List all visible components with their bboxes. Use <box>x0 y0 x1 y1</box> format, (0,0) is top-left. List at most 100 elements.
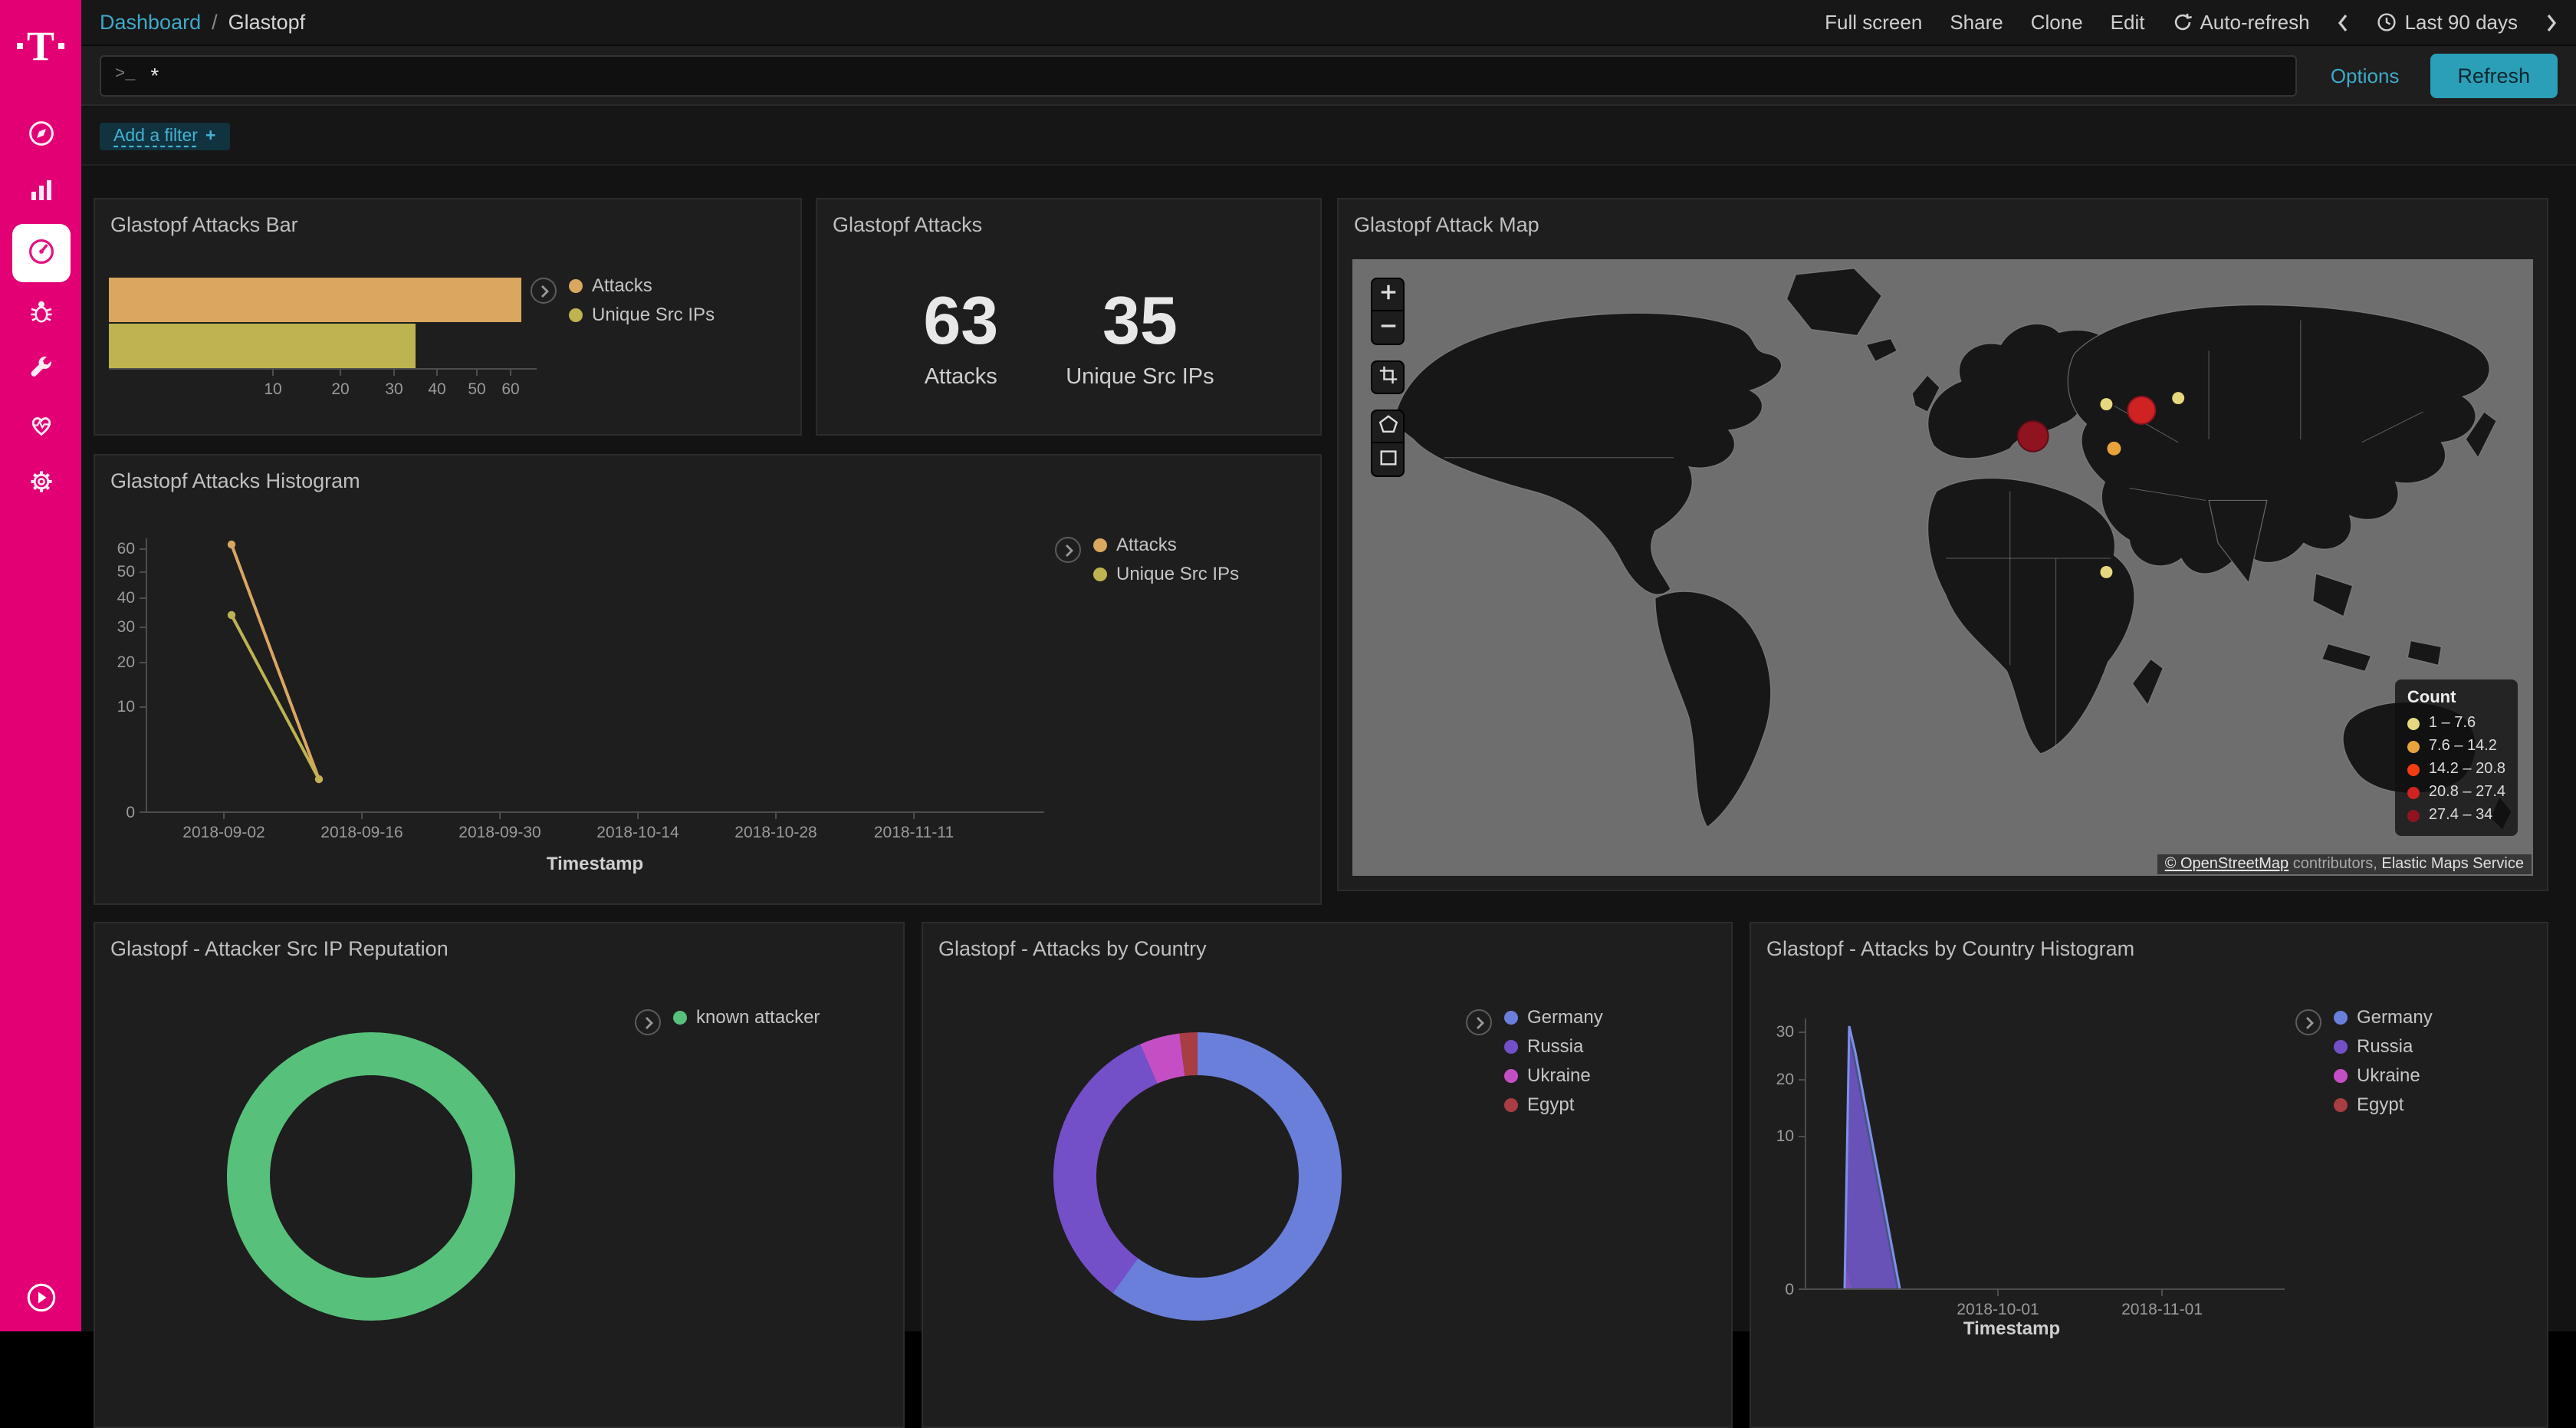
svg-text:Timestamp: Timestamp <box>1963 1318 2060 1339</box>
donut-slice-known-attacker[interactable] <box>248 1054 494 1299</box>
share-button[interactable]: Share <box>1950 11 2003 34</box>
add-filter-button[interactable]: Add a filter + <box>100 122 229 150</box>
telekom-logo[interactable]: T <box>18 12 64 80</box>
gauge-icon <box>25 235 56 271</box>
legend-toggle-icon[interactable] <box>1055 537 1081 563</box>
donut-chart <box>202 1008 540 1345</box>
legend-item[interactable]: Germany <box>2334 1008 2433 1028</box>
legend-label: Egypt <box>1527 1095 1574 1115</box>
legend-range: 14.2 – 20.8 <box>2429 758 2505 781</box>
chevron-left-icon <box>2338 13 2350 31</box>
time-forward-button[interactable] <box>2545 13 2558 31</box>
map-legend-item: 7.6 – 14.2 <box>2407 735 2505 758</box>
legend-label: Russia <box>1527 1037 1583 1057</box>
kibana-dashboard: T <box>0 0 2576 1331</box>
panel-title: Glastopf Attacks <box>817 199 1320 236</box>
time-range-label: Last 90 days <box>2405 11 2518 34</box>
fit-bounds-button[interactable] <box>1371 360 1405 394</box>
legend-dot <box>2334 1069 2348 1083</box>
panel-attacks-metric: Glastopf Attacks 63 Attacks 35 Unique Sr… <box>816 198 1322 436</box>
legend-label: Ukraine <box>2357 1066 2420 1086</box>
chart-legend: known attacker <box>635 1008 820 1035</box>
svg-text:2018-09-02: 2018-09-02 <box>182 824 264 841</box>
top-nav-actions: Full screen Share Clone Edit Auto-refres… <box>1825 11 2558 34</box>
legend-item[interactable]: Russia <box>1504 1037 1603 1057</box>
legend-item[interactable]: Egypt <box>2334 1095 2433 1115</box>
legend-item[interactable]: Unique Src IPs <box>569 305 715 325</box>
sidebar-item-dev-tools[interactable] <box>12 342 69 399</box>
legend-dot <box>1504 1098 1518 1112</box>
legend-dot <box>1504 1040 1518 1054</box>
legend-dot <box>1093 568 1107 581</box>
legend-item[interactable]: Russia <box>2334 1037 2433 1057</box>
clone-button[interactable]: Clone <box>2031 11 2083 34</box>
zoom-out-button[interactable] <box>1371 311 1405 345</box>
legend-toggle-icon[interactable] <box>531 278 557 304</box>
breadcrumb: Dashboard / Glastopf <box>100 11 305 34</box>
legend-toggle-icon[interactable] <box>2295 1009 2321 1035</box>
time-back-button[interactable] <box>2338 13 2350 31</box>
chart-legend: Germany Russia Ukraine Egypt <box>1466 1008 1603 1115</box>
breadcrumb-dashboard[interactable]: Dashboard <box>100 11 201 34</box>
legend-dot <box>1504 1011 1518 1025</box>
legend-item[interactable]: Unique Src IPs <box>1093 564 1239 584</box>
legend-toggle-icon[interactable] <box>1466 1009 1492 1035</box>
legend-toggle-icon[interactable] <box>635 1009 661 1035</box>
zoom-in-button[interactable] <box>1371 278 1405 311</box>
legend-label: Russia <box>2357 1037 2413 1057</box>
legend-item[interactable]: Egypt <box>1504 1095 1603 1115</box>
query-input[interactable]: >_ * <box>100 54 2297 96</box>
sidebar-collapse-button[interactable] <box>0 1281 81 1319</box>
sidebar-item-management[interactable] <box>12 456 69 512</box>
openstreetmap-link[interactable]: © OpenStreetMap <box>2165 856 2289 873</box>
metric-group: 63 Attacks 35 Unique Src IPs <box>817 288 1320 390</box>
legend-range: 20.8 – 27.4 <box>2429 781 2505 804</box>
auto-refresh-label: Auto-refresh <box>2200 11 2309 34</box>
metric-unique-src-ips: 35 Unique Src IPs <box>1066 288 1214 390</box>
sidebar-item-monitoring[interactable] <box>12 399 69 456</box>
draw-rectangle-button[interactable] <box>1371 443 1405 477</box>
svg-text:2018-11-11: 2018-11-11 <box>874 824 954 841</box>
legend-dot <box>2407 809 2420 821</box>
svg-text:40: 40 <box>428 380 445 398</box>
panel-title: Glastopf Attacks Bar <box>95 199 800 236</box>
panel-title: Glastopf - Attacks by Country <box>923 923 1731 960</box>
metric-value: 35 <box>1066 288 1214 356</box>
crop-icon <box>1378 365 1398 390</box>
legend-item[interactable]: Attacks <box>569 276 715 296</box>
legend-item[interactable]: Ukraine <box>2334 1066 2433 1086</box>
legend-item[interactable]: Ukraine <box>1504 1066 1603 1086</box>
world-map[interactable]: Count 1 – 7.6 7.6 – 14.2 14.2 – 20.8 20.… <box>1352 259 2533 876</box>
svg-text:50: 50 <box>117 563 135 581</box>
sidebar-item-dashboard[interactable] <box>12 224 70 282</box>
sidebar-item-apm[interactable] <box>12 285 69 342</box>
logo-dot-right <box>58 43 64 49</box>
panel-title: Glastopf Attack Map <box>1339 199 2547 236</box>
draw-polygon-button[interactable] <box>1371 410 1405 443</box>
svg-text:30: 30 <box>385 380 402 398</box>
wrench-icon <box>25 353 56 388</box>
edit-button[interactable]: Edit <box>2111 11 2145 34</box>
app-sidebar: T <box>0 0 81 1331</box>
metric-attacks: 63 Attacks <box>923 288 998 390</box>
svg-text:2018-11-01: 2018-11-01 <box>2121 1301 2203 1318</box>
legend-dot <box>2407 786 2420 798</box>
bar-chart-icon <box>25 175 56 210</box>
plus-icon <box>1378 282 1398 307</box>
panel-attacks-by-country: Glastopf - Attacks by Country Germany Ru… <box>922 922 1733 1428</box>
legend-label: Egypt <box>2357 1095 2404 1115</box>
sidebar-item-visualize[interactable] <box>12 164 69 221</box>
top-nav: Dashboard / Glastopf Full screen Share C… <box>81 0 2576 46</box>
legend-dot <box>2334 1098 2348 1112</box>
options-link[interactable]: Options <box>2331 64 2400 87</box>
legend-dot <box>569 308 583 322</box>
full-screen-button[interactable]: Full screen <box>1825 11 1922 34</box>
time-range-picker[interactable]: Last 90 days <box>2377 11 2518 34</box>
legend-item[interactable]: Attacks <box>1093 535 1239 555</box>
legend-item[interactable]: Germany <box>1504 1008 1603 1028</box>
legend-item[interactable]: known attacker <box>673 1008 820 1028</box>
sidebar-item-discover[interactable] <box>12 107 69 164</box>
svg-text:0: 0 <box>1785 1281 1794 1298</box>
refresh-button[interactable]: Refresh <box>2430 53 2558 97</box>
auto-refresh-button[interactable]: Auto-refresh <box>2172 11 2309 34</box>
